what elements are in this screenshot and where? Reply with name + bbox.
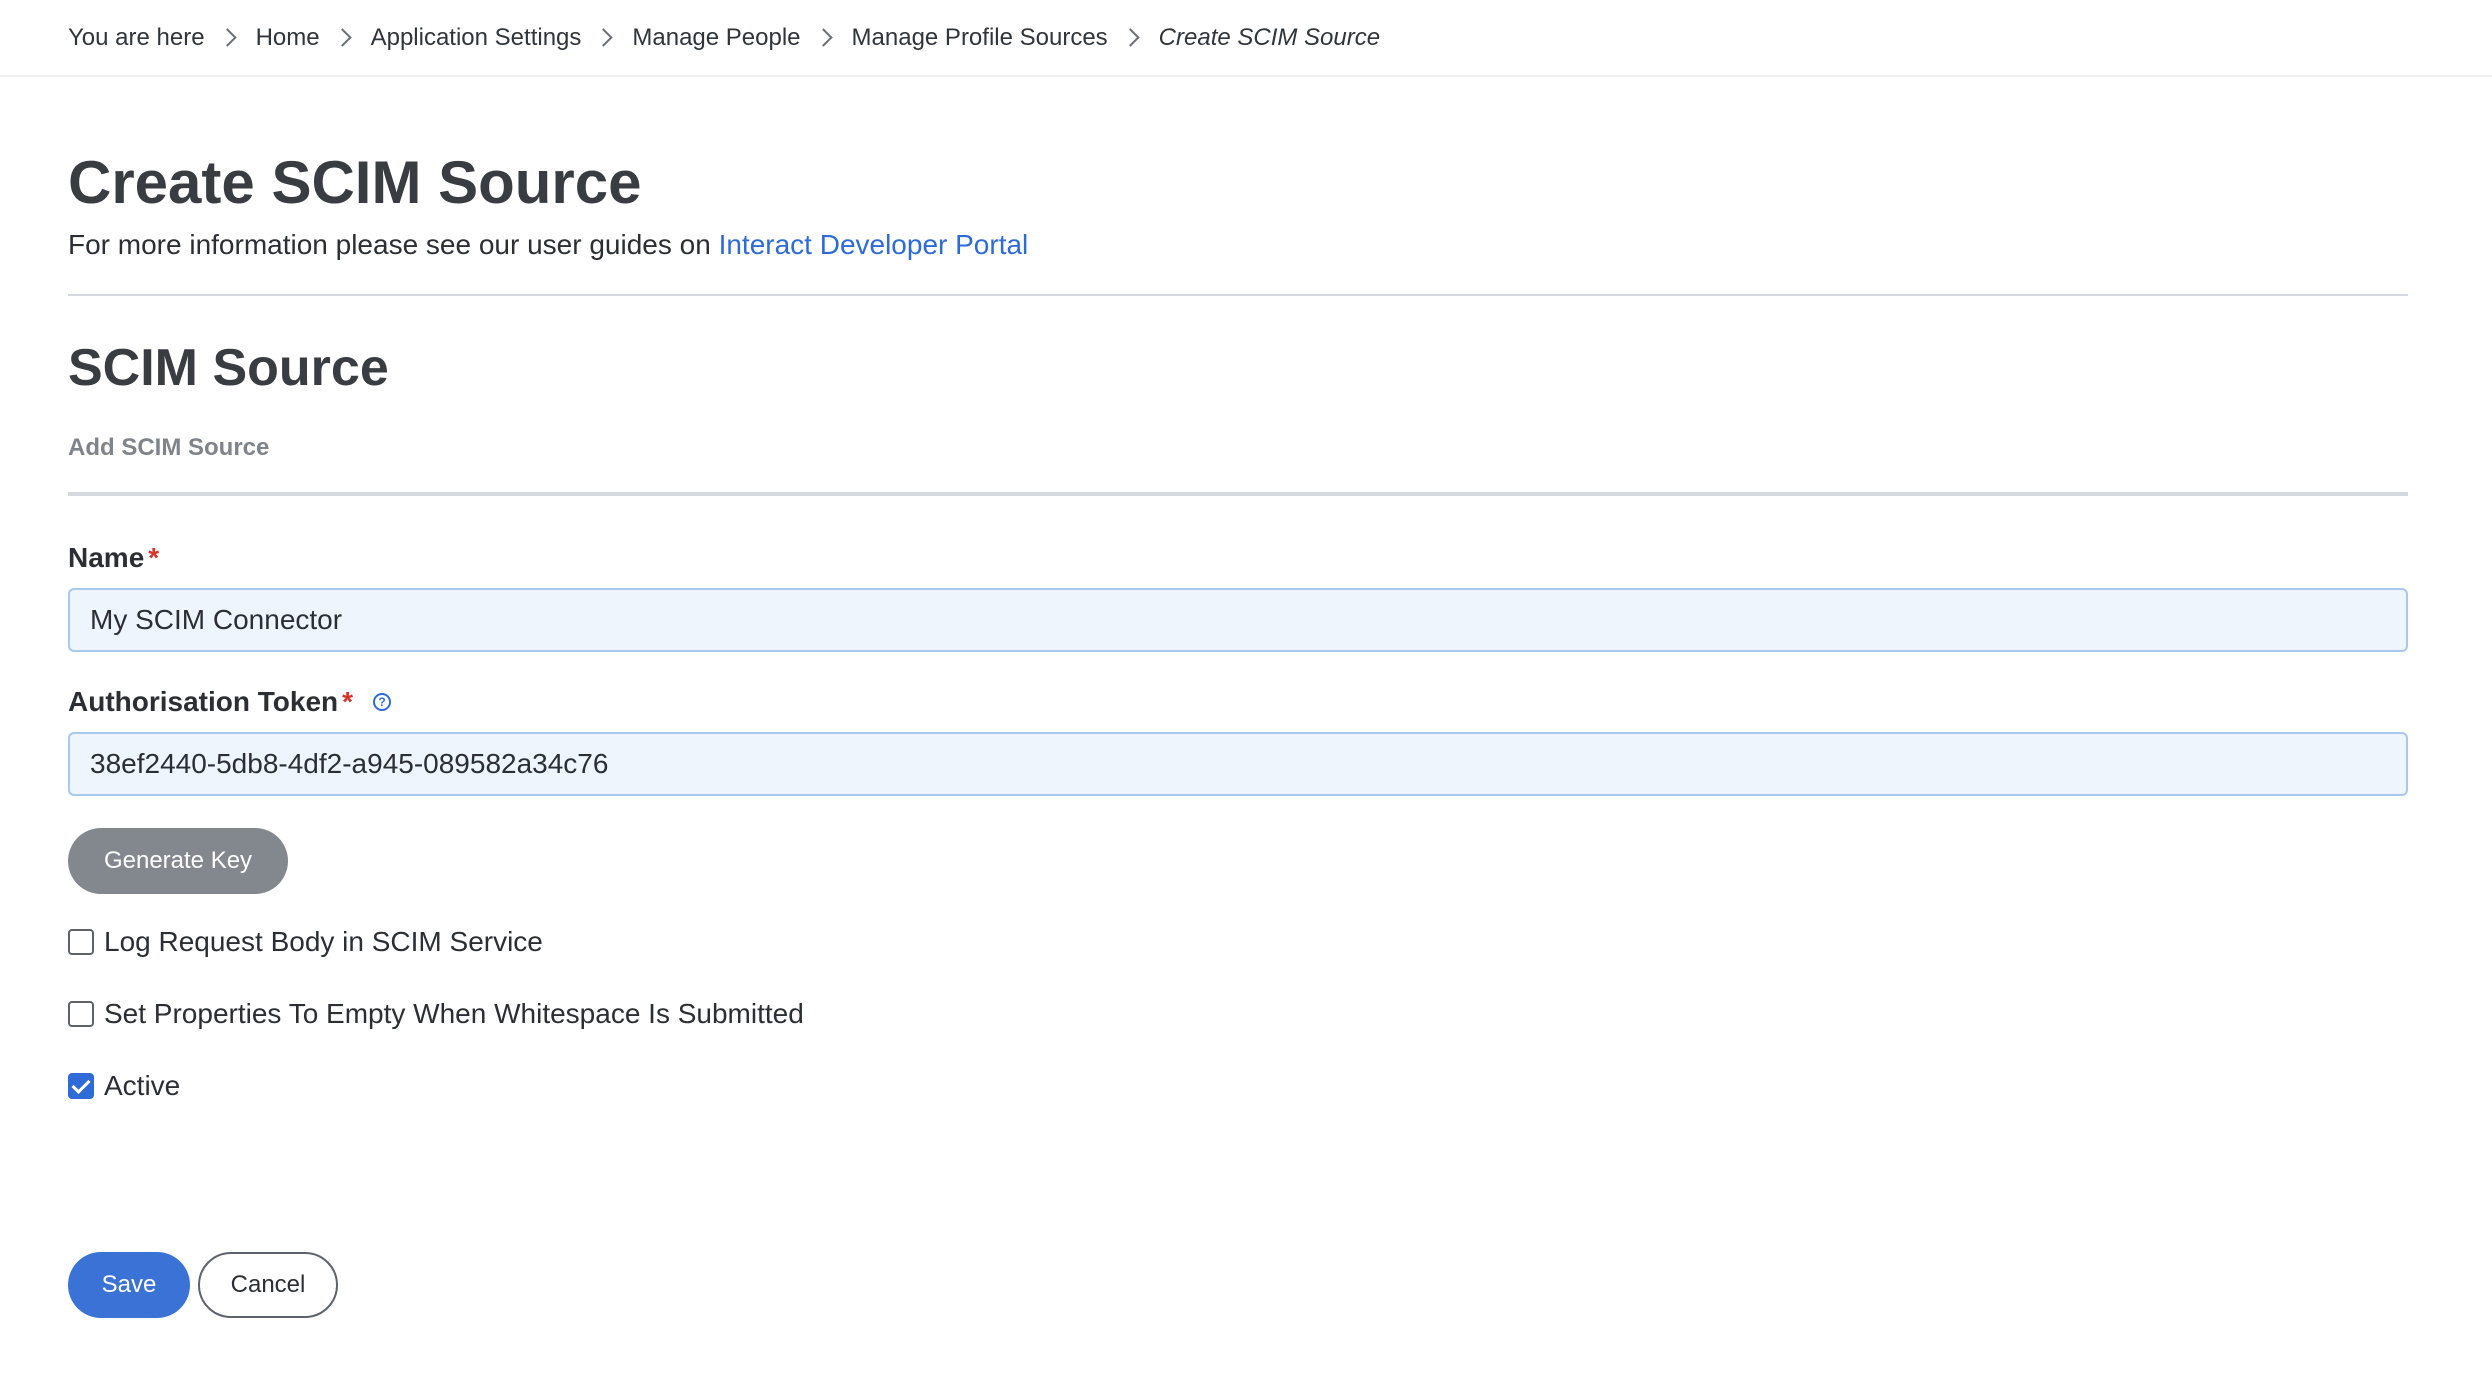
set-properties-empty-checkbox[interactable] [68,1001,94,1027]
title-divider [68,294,2408,296]
cancel-button[interactable]: Cancel [198,1252,338,1318]
form-actions: Save Cancel [68,1252,2424,1318]
chevron-right-icon [594,28,614,47]
page-subtitle-text: For more information please see our user… [68,229,719,260]
chevron-right-icon [1120,28,1140,47]
name-label-text: Name [68,542,145,573]
section-divider [68,492,2408,496]
developer-portal-link[interactable]: Interact Developer Portal [719,229,1029,260]
checkbox-label: Active [104,1070,181,1101]
page-title: Create SCIM Source [68,149,642,216]
chevron-right-icon [332,28,352,47]
breadcrumb-lead: You are here [68,23,205,51]
generate-key-button[interactable]: Generate Key [68,828,288,894]
help-icon[interactable]: ? [373,693,392,711]
page-subtitle: For more information please see our user… [68,229,2424,261]
chevron-right-icon [813,28,833,47]
token-label-text: Authorisation Token [68,686,339,717]
token-label: Authorisation Token * ? [68,686,2424,718]
chevron-right-icon [217,28,237,47]
required-marker: * [342,686,354,717]
section-title: SCIM Source [68,339,389,397]
name-input[interactable] [68,588,2408,652]
breadcrumb-item-manage-people[interactable]: Manage People [632,24,800,52]
active-checkbox[interactable] [68,1073,94,1099]
checkbox-row-active[interactable]: Active [68,1070,2424,1102]
breadcrumb: You are here Home Application Settings M… [0,0,2492,77]
name-label: Name * [68,542,2424,574]
breadcrumb-current: Create SCIM Source [1158,23,1381,51]
checkbox-row-set-properties-empty[interactable]: Set Properties To Empty When Whitespace … [68,998,2424,1030]
required-marker: * [148,542,160,573]
breadcrumb-item-manage-profile-sources[interactable]: Manage Profile Sources [852,24,1108,52]
checkbox-label: Log Request Body in SCIM Service [104,926,543,957]
breadcrumb-item-home[interactable]: Home [256,24,320,52]
token-input[interactable] [68,732,2408,796]
breadcrumb-item-application-settings[interactable]: Application Settings [371,24,582,52]
save-button[interactable]: Save [68,1252,190,1318]
log-request-body-checkbox[interactable] [68,929,94,955]
section-tab-add-scim-source: Add SCIM Source [68,434,270,461]
checkbox-row-log-request-body[interactable]: Log Request Body in SCIM Service [68,926,2424,958]
main-content: Create SCIM Source For more information … [0,153,2492,1318]
checkbox-label: Set Properties To Empty When Whitespace … [104,998,804,1029]
